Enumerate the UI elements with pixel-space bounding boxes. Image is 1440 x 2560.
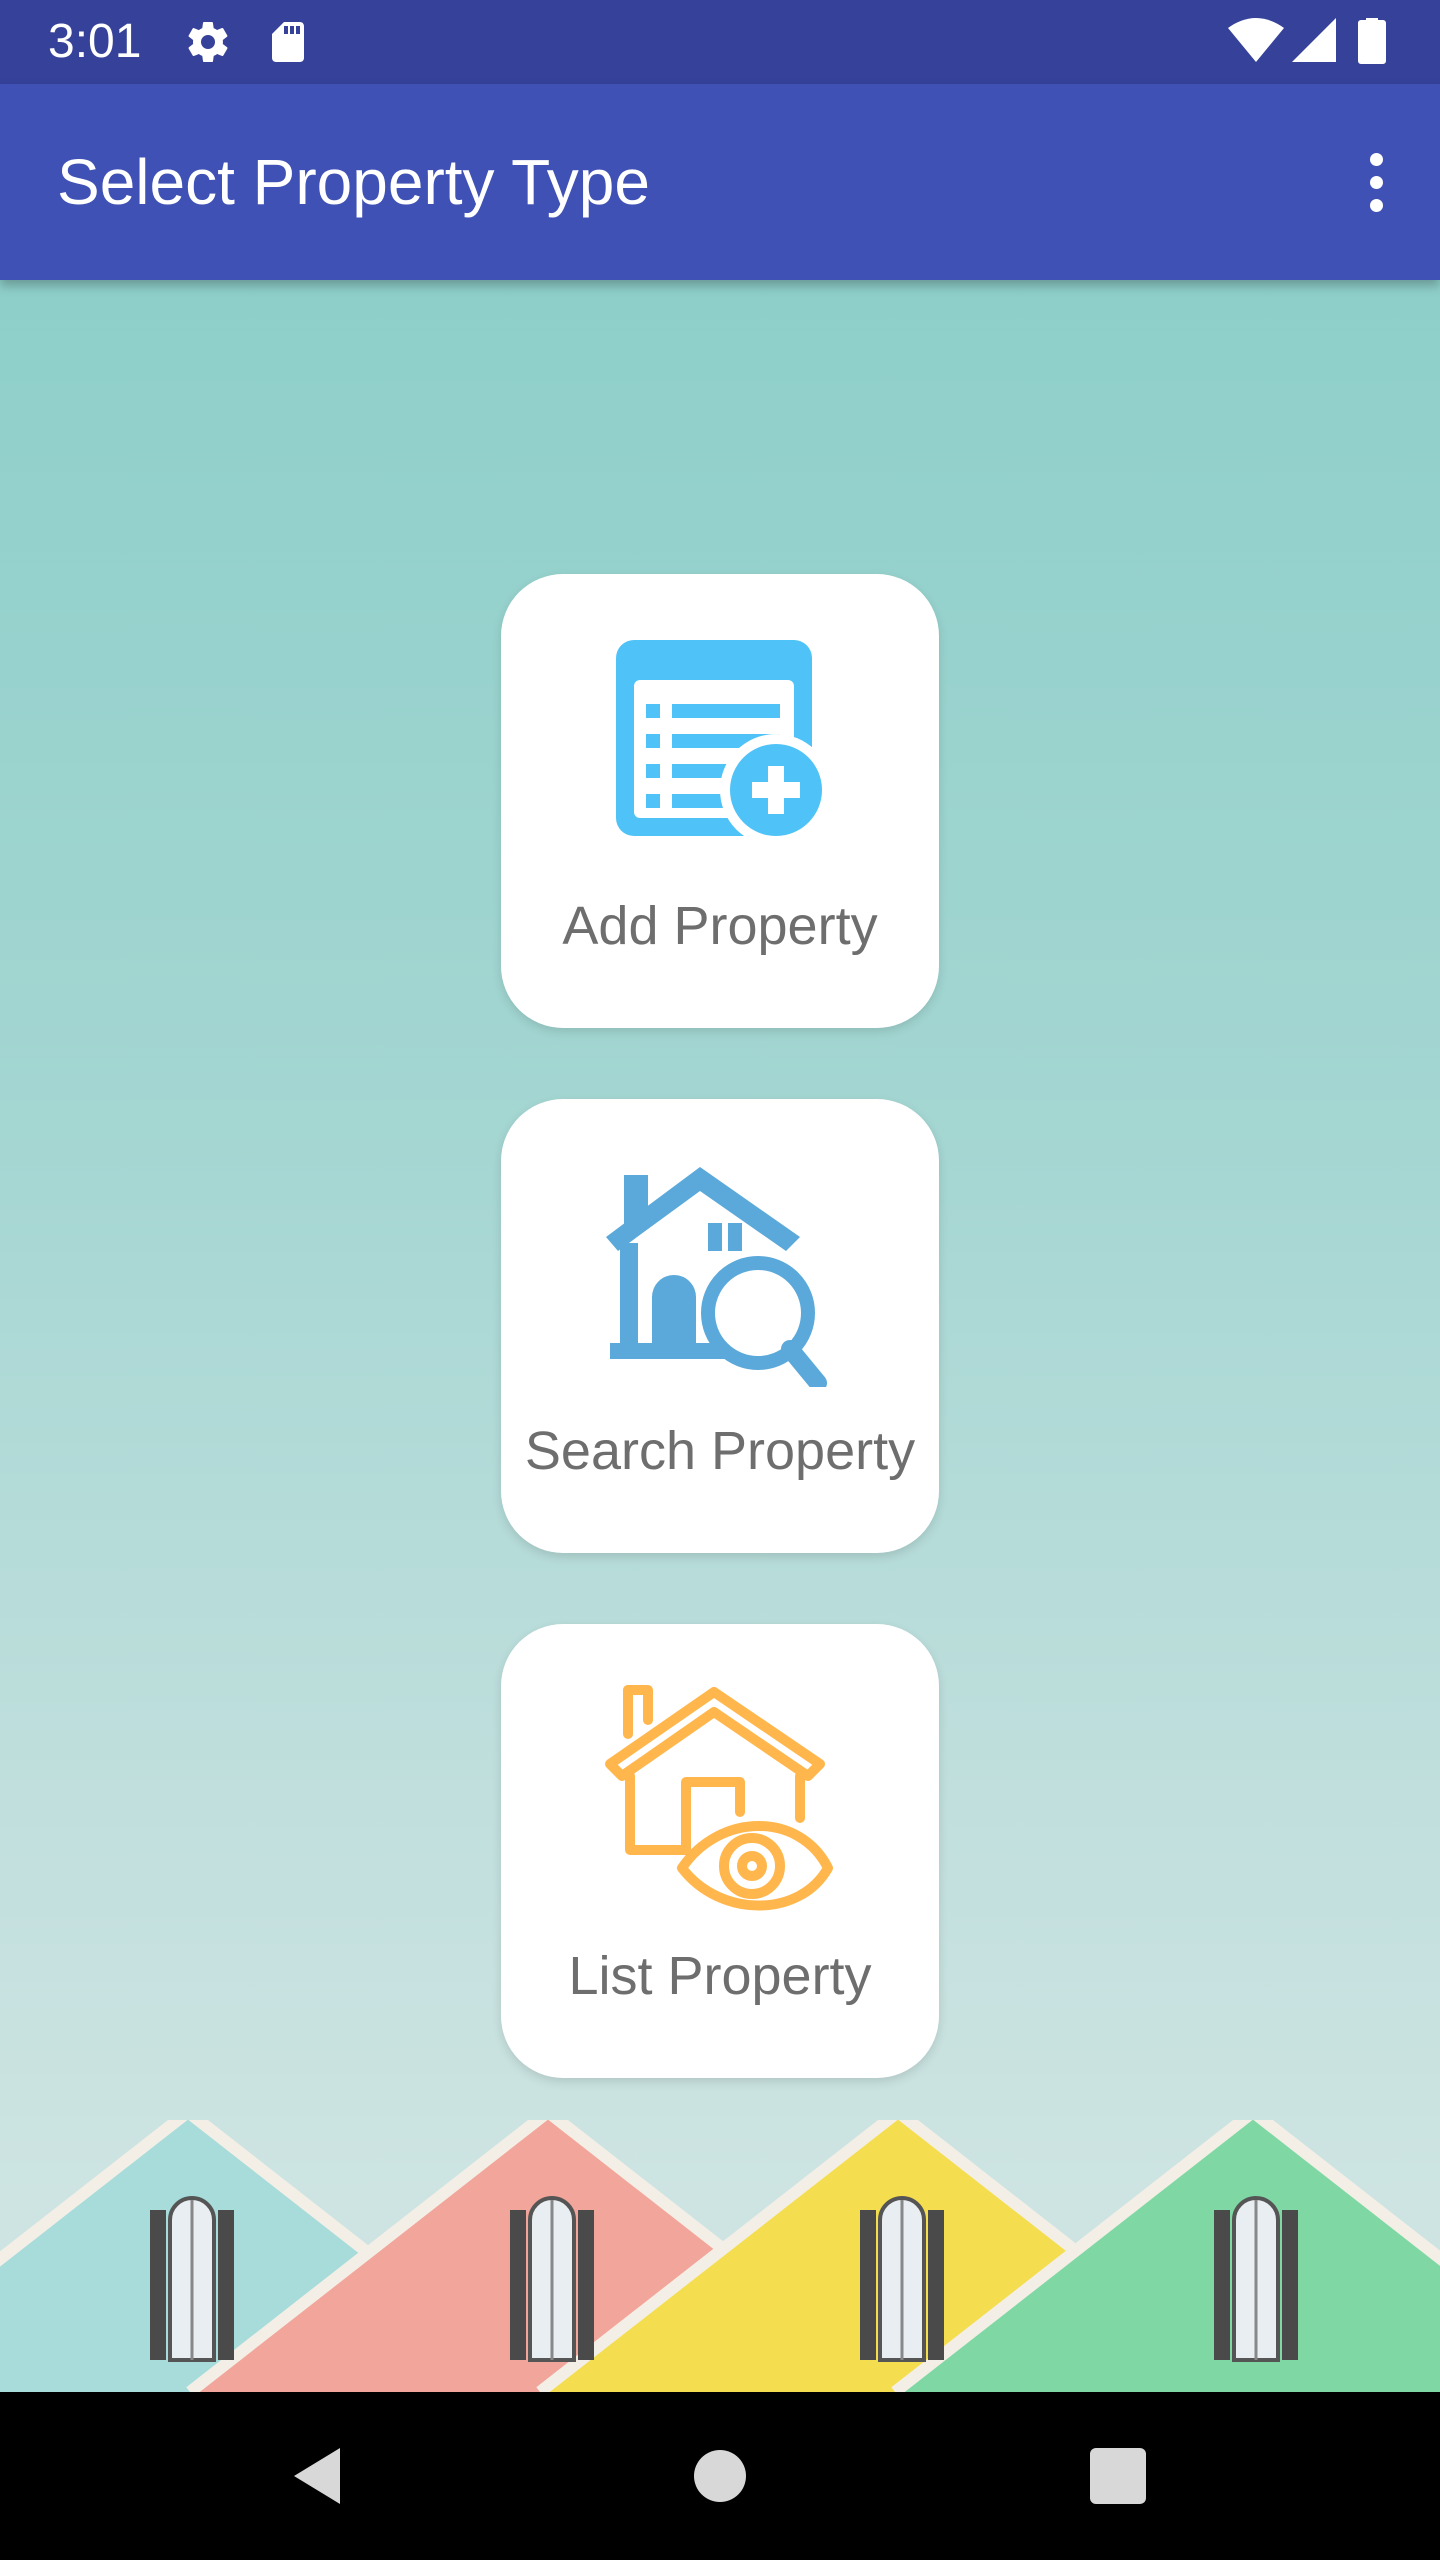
- search-property-icon: [606, 1167, 827, 1387]
- back-icon[interactable]: [280, 2436, 360, 2516]
- add-property-label: Add Property: [562, 896, 878, 956]
- add-property-icon: [616, 640, 832, 846]
- content-area: Add Property Search Property List Proper…: [0, 280, 1440, 2392]
- recents-icon[interactable]: [1078, 2436, 1158, 2516]
- more-vert-icon-dot: [1369, 198, 1383, 212]
- app-bar: Select Property Type: [0, 84, 1440, 280]
- sd-card-icon: [272, 22, 304, 62]
- more-vert-icon-dot: [1369, 175, 1383, 189]
- search-property-card[interactable]: Search Property: [501, 1099, 939, 1553]
- cell-signal-icon: [1292, 18, 1336, 62]
- more-vert-icon: [1369, 152, 1383, 166]
- battery-icon: [1358, 18, 1386, 64]
- list-property-label: List Property: [568, 1946, 872, 2006]
- list-property-icon: [605, 1685, 833, 1911]
- status-bar: 3:01: [0, 0, 1440, 84]
- list-property-card[interactable]: List Property: [501, 1624, 939, 2078]
- search-property-label: Search Property: [524, 1421, 916, 1481]
- more-options-button[interactable]: [1352, 142, 1400, 222]
- background-roofs-image: [0, 2120, 1440, 2392]
- screen: 3:01 Select Property Type Add Property S…: [0, 0, 1440, 2560]
- gear-icon: [188, 22, 228, 63]
- status-time: 3:01: [48, 15, 142, 68]
- home-icon[interactable]: [680, 2436, 760, 2516]
- add-property-card[interactable]: Add Property: [501, 574, 939, 1028]
- wifi-icon: [1228, 18, 1284, 62]
- page-title: Select Property Type: [57, 146, 650, 218]
- navigation-bar: [0, 2392, 1440, 2560]
